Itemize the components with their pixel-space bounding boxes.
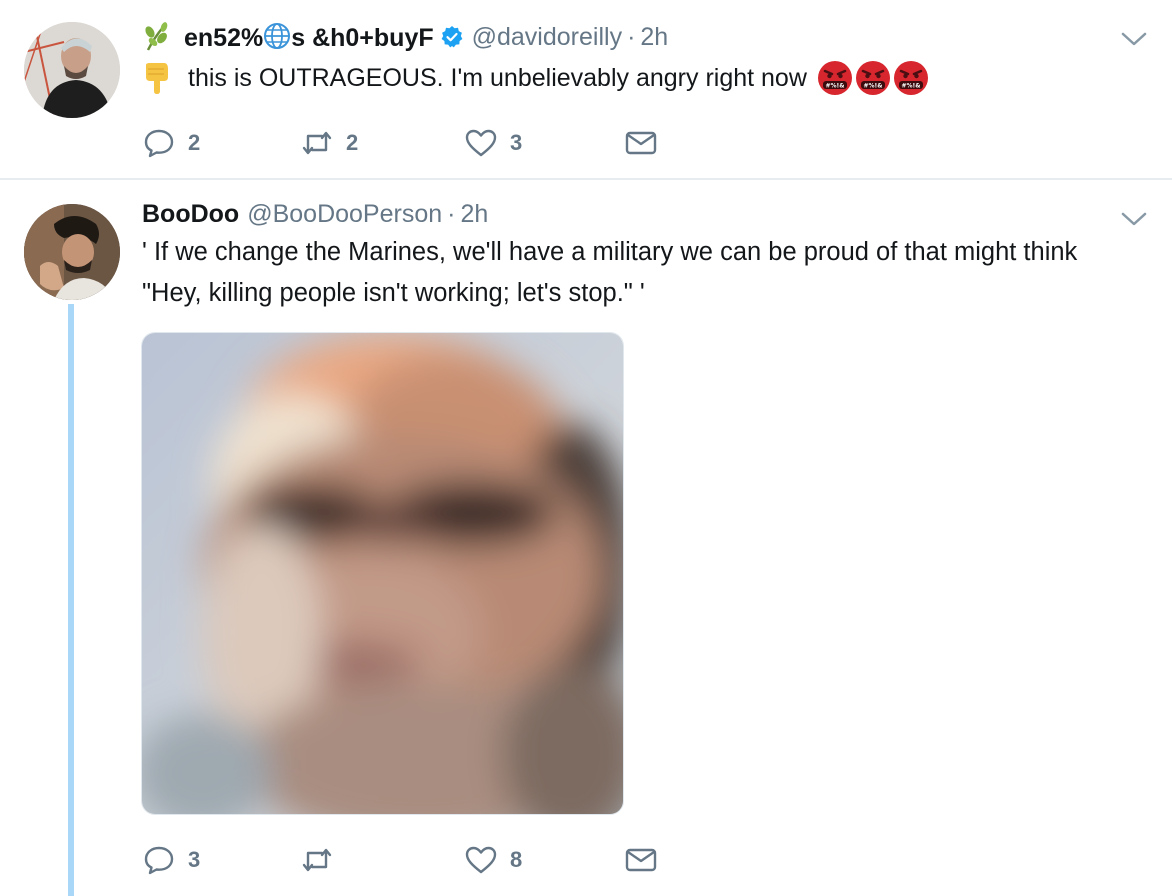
- envelope-icon: [625, 131, 657, 155]
- chevron-down-icon[interactable]: [1120, 30, 1148, 48]
- like-count: 8: [510, 847, 523, 872]
- pointing-down-hand-icon: [142, 61, 172, 95]
- display-name-part1[interactable]: en52%: [184, 24, 263, 52]
- direct-message-button[interactable]: [624, 840, 658, 880]
- globe-icon: [263, 22, 291, 50]
- reply-count: 2: [188, 130, 201, 155]
- separator-dot: ·: [447, 199, 456, 228]
- angry-face-with-symbols-icon: #%!&: [817, 60, 853, 96]
- reply-icon: [144, 129, 174, 158]
- tweet-text: this is OUTRAGEOUS. I'm unbelievably ang…: [188, 64, 807, 92]
- avatar[interactable]: [24, 22, 120, 118]
- retweet-button[interactable]: 2: [300, 123, 358, 163]
- like-count: 3: [510, 130, 523, 155]
- svg-text:#%!&: #%!&: [901, 83, 920, 90]
- heart-icon: [465, 846, 497, 874]
- reply-icon: [144, 846, 174, 875]
- retweet-button[interactable]: [300, 840, 346, 880]
- thread-connector-line: [68, 304, 74, 896]
- reply-count: 3: [188, 847, 201, 872]
- direct-message-button[interactable]: [624, 123, 658, 163]
- timestamp[interactable]: 2h: [640, 23, 668, 52]
- handle[interactable]: @BooDooPerson: [247, 200, 442, 229]
- tweet-photo[interactable]: [141, 332, 624, 815]
- timestamp[interactable]: 2h: [460, 200, 488, 229]
- tweet[interactable]: BooDoo @BooDooPerson · 2h ' If we change…: [0, 180, 1172, 896]
- envelope-icon: [625, 848, 657, 872]
- reply-button[interactable]: 3: [142, 840, 200, 880]
- angry-face-with-symbols-icon: #%!&: [855, 60, 891, 96]
- sprout-icon: [142, 22, 170, 52]
- chevron-down-icon[interactable]: [1120, 210, 1148, 228]
- retweet-icon: [302, 848, 332, 872]
- tweet[interactable]: en52% s &h0+buyF @davidoreilly · 2h this …: [0, 0, 1172, 180]
- verified-badge-icon: [440, 25, 464, 49]
- display-name[interactable]: BooDoo: [142, 200, 239, 229]
- tweet-text-row: this is OUTRAGEOUS. I'm unbelievably ang…: [142, 58, 929, 98]
- heart-icon: [465, 129, 497, 157]
- like-button[interactable]: 3: [464, 123, 522, 163]
- svg-text:#%!&: #%!&: [863, 83, 882, 90]
- handle[interactable]: @davidoreilly: [472, 23, 622, 52]
- tweet-header: BooDoo @BooDooPerson · 2h: [142, 197, 488, 231]
- reply-button[interactable]: 2: [142, 123, 200, 163]
- svg-text:#%!&: #%!&: [825, 83, 844, 90]
- display-name-part2[interactable]: s &h0+buyF: [291, 24, 433, 52]
- like-button[interactable]: 8: [464, 840, 522, 880]
- retweet-count: 2: [346, 130, 359, 155]
- tweet-header: en52% s &h0+buyF @davidoreilly · 2h: [142, 20, 668, 54]
- angry-face-with-symbols-icon: #%!&: [893, 60, 929, 96]
- retweet-icon: [302, 131, 332, 155]
- display-name[interactable]: en52% s &h0+buyF: [184, 22, 434, 53]
- avatar[interactable]: [24, 204, 120, 300]
- separator-dot: ·: [627, 22, 636, 51]
- tweet-text: ' If we change the Marines, we'll have a…: [142, 238, 1078, 307]
